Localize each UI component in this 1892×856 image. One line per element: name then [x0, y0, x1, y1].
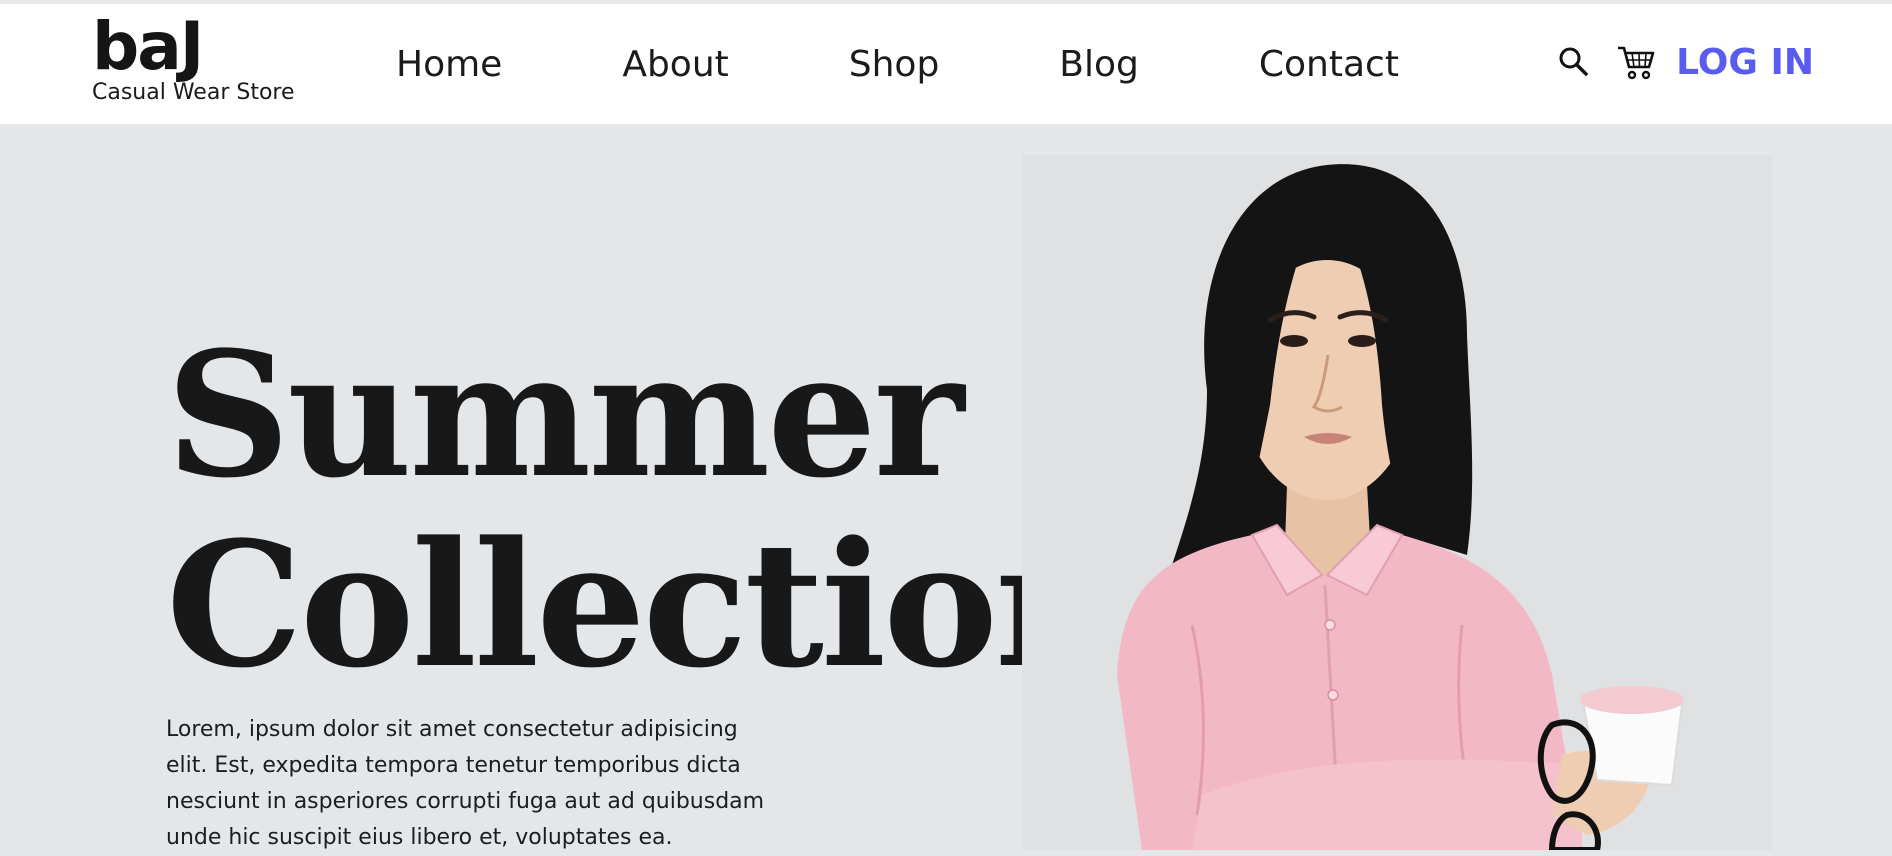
site-header: baJ Casual Wear Store Home About Shop Bl… [0, 4, 1892, 125]
cart-button[interactable] [1614, 40, 1658, 84]
model-illustration [1117, 164, 1684, 850]
cart-icon [1618, 46, 1655, 80]
nav-item-contact[interactable]: Contact [1259, 44, 1399, 85]
header-actions: LOG IN [1552, 40, 1814, 84]
search-icon [1559, 47, 1588, 76]
nav-item-shop[interactable]: Shop [849, 44, 940, 85]
hero-description: Lorem, ipsum dolor sit amet consectetur … [166, 717, 765, 850]
hero-title: Summer Collection [166, 320, 1022, 700]
login-link[interactable]: LOG IN [1676, 42, 1814, 83]
brand-name: baJ [92, 8, 204, 85]
main-nav: Home About Shop Blog Contact [396, 44, 1399, 85]
search-button[interactable] [1552, 40, 1596, 84]
hero-title-line-1: Summer [166, 320, 964, 516]
brand-tagline: Casual Wear Store [92, 80, 295, 105]
nav-item-about[interactable]: About [622, 44, 728, 85]
hero-title-line-2: Collection [166, 503, 1022, 700]
hero-model-photo [1022, 155, 1772, 850]
brand-logo[interactable]: baJ Casual Wear Store [92, 8, 295, 106]
nav-item-blog[interactable]: Blog [1059, 44, 1139, 85]
nav-item-home[interactable]: Home [396, 44, 502, 85]
